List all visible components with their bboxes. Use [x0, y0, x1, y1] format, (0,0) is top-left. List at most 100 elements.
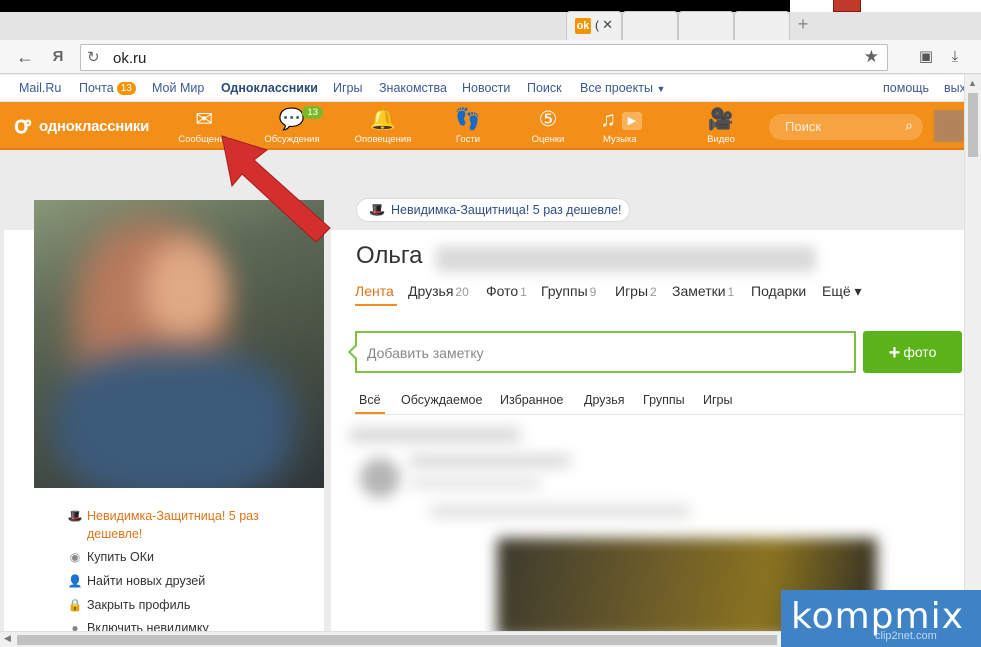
extension-icon[interactable]: ▣: [917, 48, 935, 66]
tab-count: 9: [589, 285, 597, 299]
window-close-button[interactable]: [833, 0, 861, 12]
logo-text: одноклассники: [39, 118, 150, 135]
link-poisk[interactable]: Поиск: [527, 81, 562, 95]
screen: ok ( ✕ + ← Я ↻ ok.ru ★ ▣ ⤓ Mail.Ru Почта…: [0, 0, 981, 647]
tab-label: Группы: [541, 283, 588, 299]
music-icon: ♫ ▶: [586, 106, 656, 134]
sidebar-item-label: Закрыть профиль: [87, 598, 191, 612]
link-help[interactable]: помощь: [883, 81, 929, 95]
feed-tab-games[interactable]: Игры: [703, 393, 732, 407]
portal-links-bar: Mail.Ru Почта 13 Мой Мир Одноклассники Иг…: [0, 75, 966, 102]
feed-tab-discussed[interactable]: Обсуждаемое: [401, 393, 482, 407]
add-note-input[interactable]: Добавить заметку: [347, 331, 856, 373]
nav-video-label: Видео: [707, 134, 735, 145]
link-igry[interactable]: Игры: [333, 81, 362, 95]
add-photo-label: фото: [903, 344, 937, 360]
nav-guests-label: Гости: [455, 134, 481, 145]
download-icon[interactable]: ⤓: [946, 48, 964, 66]
link-odnoklassniki[interactable]: Одноклассники: [221, 81, 318, 95]
link-mailru[interactable]: Mail.Ru: [19, 81, 61, 95]
feed-blurred-header: [350, 428, 520, 442]
tab-close-icon[interactable]: ✕: [602, 17, 613, 33]
tab-friends[interactable]: Друзья 20: [408, 283, 469, 299]
link-vse-proekty[interactable]: Все проекты ▼: [580, 81, 665, 95]
tab-count: 2: [650, 285, 657, 299]
link-exit[interactable]: вых: [944, 81, 966, 95]
vertical-scrollbar[interactable]: ▲: [964, 75, 981, 631]
nav-notifications[interactable]: 🔔 Оповещения: [348, 106, 418, 148]
lock-icon: 🔒: [67, 598, 83, 612]
reload-icon[interactable]: ↻: [87, 48, 100, 66]
ok-favicon-icon: ok: [575, 18, 591, 34]
tab-label: Друзья: [408, 283, 454, 299]
ok-logo-icon: ꝍ: [14, 112, 31, 139]
chevron-down-icon: ▼: [656, 84, 666, 94]
video-icon: 🎥: [707, 108, 735, 131]
add-photo-button[interactable]: + фото: [863, 331, 962, 373]
tab-photo[interactable]: Фото 1: [486, 283, 527, 299]
nav-video[interactable]: 🎥 Видео: [686, 106, 756, 148]
bookmark-star-icon[interactable]: ★: [864, 47, 879, 67]
bell-icon: 🔔: [369, 108, 397, 131]
plus-icon: +: [888, 342, 901, 364]
tab-more[interactable]: Ещё ▾: [822, 283, 862, 300]
sidebar-item-buy-ok[interactable]: ◉ Купить ОКи: [67, 550, 154, 564]
tab-notes[interactable]: Заметки 1: [672, 283, 734, 299]
search-placeholder: Поиск: [785, 119, 822, 134]
red-pointer-arrow-icon: [221, 135, 331, 243]
browser-tab-4[interactable]: [734, 11, 790, 40]
address-bar[interactable]: ↻ ok.ru ★: [80, 44, 888, 71]
sidebar-item-label: Купить ОКи: [87, 550, 154, 564]
feed-blurred-line: [410, 455, 570, 467]
link-znakomstva[interactable]: Знакомства: [379, 81, 447, 95]
sidebar-item-find-friends[interactable]: 👤 Найти новых друзей: [67, 574, 206, 588]
browser-toolbar: ← Я ↻ ok.ru ★ ▣ ⤓: [0, 40, 981, 74]
tab-label: Лента: [355, 283, 394, 299]
photo-blur-face: [144, 240, 224, 340]
sidebar-promo-link[interactable]: 🎩 Невидимка-Защитница! 5 раз: [67, 506, 259, 526]
browser-titlebar: ok ( ✕ +: [0, 0, 981, 40]
feed-tab-favorites[interactable]: Избранное: [500, 393, 563, 407]
feed-tab-groups[interactable]: Группы: [643, 393, 685, 407]
mail-count-badge: 13: [116, 82, 136, 95]
nav-guests[interactable]: 👣 Гости: [433, 106, 503, 148]
back-arrow-icon[interactable]: ←: [13, 45, 37, 69]
feed-tabs-divider: [355, 414, 964, 415]
promo-pill[interactable]: 🎩 Невидимка-Защитница! 5 раз дешевле!: [356, 198, 630, 222]
vertical-scroll-thumb[interactable]: [968, 93, 978, 157]
tab-label: Фото: [486, 283, 519, 299]
person-icon: 👤: [67, 574, 83, 588]
link-novosti[interactable]: Новости: [462, 81, 510, 95]
left-gutter: [4, 230, 34, 647]
new-tab-icon[interactable]: +: [793, 14, 813, 34]
tab-lenta[interactable]: Лента: [355, 283, 394, 299]
scroll-up-arrow-icon[interactable]: ▲: [968, 78, 977, 88]
feed-tab-friends[interactable]: Друзья: [584, 393, 625, 407]
tab-groups[interactable]: Группы 9: [541, 283, 596, 299]
link-vse-proekty-label: Все проекты: [580, 81, 653, 95]
rating-icon: ⑤: [538, 108, 558, 131]
footprints-icon: 👣: [454, 108, 482, 131]
link-pochta-label: Почта: [79, 81, 114, 95]
search-input[interactable]: Поиск ⌕: [769, 114, 923, 140]
search-icon[interactable]: ⌕: [905, 117, 913, 134]
scroll-left-arrow-icon[interactable]: ◀: [4, 633, 11, 644]
browser-tab[interactable]: ok ( ✕: [566, 11, 622, 40]
link-moi-mir[interactable]: Мой Мир: [152, 81, 204, 95]
sidebar-item-close-profile[interactable]: 🔒 Закрыть профиль: [67, 598, 191, 612]
tab-gifts[interactable]: Подарки: [751, 283, 806, 299]
sidebar-promo-line1: Невидимка-Защитница! 5 раз: [87, 509, 259, 523]
browser-tab-3[interactable]: [678, 11, 734, 40]
sidebar-promo-line2[interactable]: дешевле!: [87, 524, 142, 544]
feed-tab-all[interactable]: Всё: [359, 393, 381, 407]
browser-tab-2[interactable]: [622, 11, 678, 40]
link-pochta[interactable]: Почта 13: [79, 81, 136, 95]
address-url: ok.ru: [113, 50, 147, 67]
watermark-subtext: clip2net.com: [875, 630, 937, 642]
tab-games[interactable]: Игры 2: [615, 283, 657, 299]
horizontal-scroll-thumb[interactable]: [17, 635, 777, 645]
nav-ratings[interactable]: ⑤ Оценки: [513, 106, 583, 148]
nav-music[interactable]: ♫ ▶ Музыка: [586, 106, 656, 148]
avatar[interactable]: [934, 110, 964, 142]
yandex-icon[interactable]: Я: [46, 45, 70, 69]
